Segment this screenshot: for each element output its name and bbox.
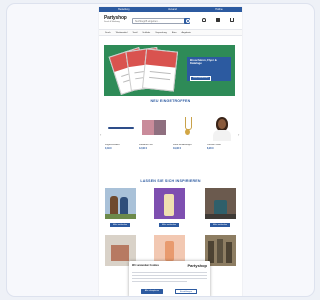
product-card[interactable]: Kette mit Anhänger 19,90 € bbox=[173, 115, 203, 150]
nav-item[interactable]: Angebote bbox=[181, 30, 190, 35]
tile-button[interactable]: Mehr entdecken bbox=[210, 223, 230, 227]
cookie-settings-button[interactable]: Einstellungen bbox=[175, 289, 197, 294]
nav-item[interactable]: Werbemittel bbox=[116, 30, 128, 35]
main-nav: Druck Werbemittel Textil Schilder Verpac… bbox=[99, 30, 242, 36]
nav-item[interactable]: Verpackung bbox=[155, 30, 167, 35]
webshop-page: Bestellung Versand Hotline Partyshop Dru… bbox=[99, 7, 242, 296]
product-price: 19,90 € bbox=[173, 146, 181, 150]
product-image bbox=[207, 115, 237, 141]
account-link[interactable]: Konto bbox=[197, 18, 211, 40]
product-price: 8,90 € bbox=[207, 146, 214, 150]
tile-button[interactable]: Mehr entdecken bbox=[110, 223, 130, 227]
nav-item[interactable]: Druck bbox=[105, 30, 111, 35]
product-image bbox=[139, 115, 169, 141]
carousel-prev-icon[interactable]: ‹ bbox=[100, 133, 101, 137]
hero-headline: Broschüren, Flyer & Kataloge bbox=[190, 58, 217, 66]
wishlist-link[interactable]: Merkliste bbox=[211, 18, 225, 40]
inspiration-tile[interactable] bbox=[205, 188, 236, 219]
product-image bbox=[173, 115, 203, 141]
inspiration-tile[interactable] bbox=[154, 188, 185, 219]
hero-button[interactable]: Jetzt entdecken bbox=[190, 76, 212, 82]
hero-text-box: Broschüren, Flyer & Kataloge Jetzt entde… bbox=[187, 57, 231, 82]
product-card[interactable]: Portrait Poster 8,90 € bbox=[207, 115, 237, 150]
cookie-consent-dialog: Wir verwenden Cookies Partyshop Alle akz… bbox=[129, 261, 210, 296]
product-image bbox=[105, 115, 135, 141]
product-card[interactable]: Kugelschreiber 0,49 € bbox=[105, 115, 135, 150]
brochure-image bbox=[141, 48, 179, 92]
bag-icon bbox=[216, 18, 220, 22]
search-input[interactable]: Suchbegriff eingeben... bbox=[132, 18, 190, 24]
consent-logo: Partyshop bbox=[187, 263, 207, 268]
accept-all-button[interactable]: Alle akzeptieren bbox=[141, 289, 163, 294]
section-title-new: NEU EINGETROFFEN bbox=[150, 99, 191, 103]
cart-icon bbox=[230, 18, 234, 22]
product-card[interactable]: Fotodruck Set 12,90 € bbox=[139, 115, 169, 150]
nav-item[interactable]: Büro bbox=[172, 30, 177, 35]
site-header: Partyshop Druck & Werbung Suchbegriff ei… bbox=[99, 12, 242, 36]
hero-banner[interactable]: Broschüren, Flyer & Kataloge Jetzt entde… bbox=[104, 45, 235, 96]
consent-title: Wir verwenden Cookies bbox=[132, 264, 159, 267]
user-icon bbox=[202, 18, 206, 22]
product-price: 12,90 € bbox=[139, 146, 147, 150]
carousel-next-icon[interactable]: › bbox=[238, 133, 239, 137]
logo-subtitle: Druck & Werbung bbox=[104, 21, 120, 23]
logo[interactable]: Partyshop Druck & Werbung bbox=[104, 16, 127, 25]
cart-link[interactable]: Warenkorb bbox=[225, 18, 239, 40]
nav-item[interactable]: Schilder bbox=[142, 30, 150, 35]
inspiration-tile[interactable] bbox=[105, 188, 136, 219]
browser-card: Bestellung Versand Hotline Partyshop Dru… bbox=[6, 3, 315, 297]
search-icon[interactable] bbox=[184, 18, 190, 24]
tile-button[interactable]: Mehr entdecken bbox=[159, 223, 179, 227]
nav-item[interactable]: Textil bbox=[132, 30, 137, 35]
product-price: 0,49 € bbox=[105, 146, 112, 150]
section-title-inspire: LASSEN SIE SICH INSPIRIEREN bbox=[140, 179, 201, 183]
